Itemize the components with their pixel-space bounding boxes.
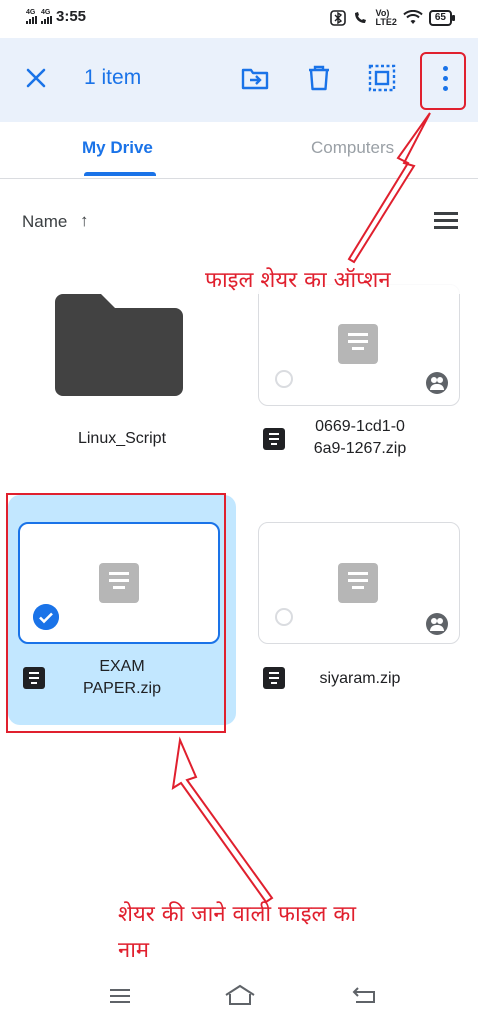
select-all-icon[interactable] [368,64,396,92]
selected-count: 1 item [84,66,142,89]
file-name[interactable]: 0669-1cd1-0 6a9-1267.zip [298,416,422,460]
folder-icon[interactable] [55,292,183,396]
wifi-icon [403,10,423,24]
close-icon[interactable] [24,66,48,90]
file-name-line2: 6a9-1267.zip [313,440,407,457]
clock: 3:55 [56,8,87,25]
delete-icon[interactable] [305,64,333,92]
annotation-highlight-box [6,493,226,733]
status-left: 4G 4G 3:55 [26,8,86,25]
tab-my-drive[interactable]: My Drive [82,138,153,158]
network-type-1: 4G [26,9,36,16]
sort-arrow-icon[interactable]: ↑ [80,211,89,231]
more-vert-icon[interactable] [443,66,449,96]
wifi-calling-icon [354,12,366,23]
back-nav-icon[interactable] [352,986,376,1004]
active-tab-indicator [84,172,156,176]
file-name-line1: 0669-1cd1-0 [315,418,405,435]
system-nav-bar [0,960,478,1024]
status-right: Vo) LTE2 65 [329,9,456,27]
battery-indicator: 65 [428,10,456,26]
list-view-icon[interactable] [434,212,458,230]
volte-bottom: LTE2 [375,17,397,27]
select-radio[interactable] [275,608,293,626]
zip-file-small-icon [263,428,285,450]
volte-indicator: Vo) LTE2 [376,9,397,27]
select-radio[interactable] [275,370,293,388]
annotation-file-name-line1: शेयर की जाने वाली फाइल का [118,902,357,927]
selection-app-bar: 1 item [0,38,478,122]
shared-people-icon [426,613,448,635]
drive-tabs: My Drive Computers [0,122,478,179]
signal-2-icon: 4G [41,9,52,24]
move-to-folder-icon[interactable] [241,64,269,92]
shared-people-icon [426,372,448,394]
sort-button[interactable]: Name [22,212,67,232]
annotation-share-option: फाइल शेयर का ऑप्शन [205,264,465,294]
zip-file-icon [338,324,378,364]
network-type-2: 4G [41,9,51,16]
file-name[interactable]: siyaram.zip [298,668,422,690]
home-nav-icon[interactable] [224,984,256,1006]
annotation-arrow-down [171,736,274,904]
signal-1-icon: 4G [26,9,37,24]
bluetooth-vibrate-icon [329,10,346,26]
zip-file-icon [338,563,378,603]
menu-nav-icon[interactable] [108,988,132,1004]
zip-file-small-icon [263,667,285,689]
tab-computers[interactable]: Computers [311,138,394,158]
file-name[interactable]: Linux_Script [48,428,196,450]
status-bar: 4G 4G 3:55 Vo) LTE2 65 [0,0,478,38]
